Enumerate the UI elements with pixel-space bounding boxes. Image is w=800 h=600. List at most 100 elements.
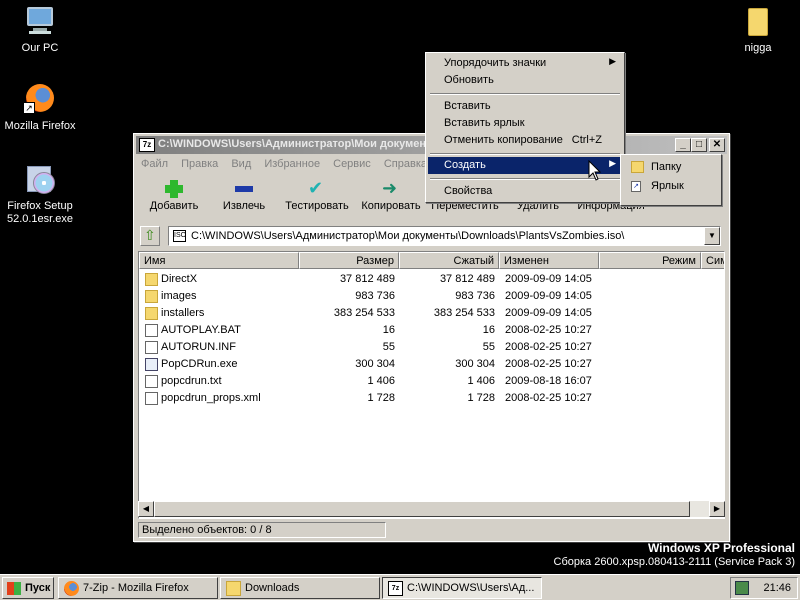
- desktop-icon-firefox-setup[interactable]: Firefox Setup 52.0.1esr.exe: [0, 162, 80, 226]
- menu-item-label: Вставить ярлык: [444, 117, 525, 129]
- menu-item-label: Ярлык: [651, 180, 684, 192]
- folder-icon: [631, 161, 644, 173]
- task-label: C:\WINDOWS\Users\Ад...: [407, 582, 535, 594]
- scroll-thumb[interactable]: [154, 501, 690, 517]
- menu-item-label: Папку: [651, 161, 682, 173]
- chevron-right-icon: ▶: [609, 158, 616, 168]
- file-packed-cell: 300 304: [455, 358, 495, 370]
- file-size-cell: 16: [382, 324, 395, 336]
- file-name-cell: popcdrun.txt: [161, 375, 222, 387]
- menu-item-paste[interactable]: Вставить: [428, 98, 622, 115]
- maximize-button[interactable]: □: [691, 138, 707, 152]
- iso-icon: ISO: [173, 230, 186, 242]
- file-size-cell: 300 304: [355, 358, 395, 370]
- table-row[interactable]: DirectX 37 812 489 37 812 489 2009-09-09 14…: [139, 271, 724, 288]
- column-header-packed[interactable]: Сжатый: [399, 252, 499, 269]
- test-icon: [306, 178, 328, 199]
- mouse-cursor-icon: [588, 160, 602, 181]
- test-button[interactable]: Тестировать: [282, 176, 352, 218]
- file-packed-cell: 1 406: [467, 375, 495, 387]
- file-name-cell: popcdrun_props.xml: [161, 392, 261, 404]
- file-list[interactable]: Имя Размер Сжатый Изменен Режим Симв Dir…: [138, 251, 725, 519]
- os-build-text: Сборка 2600.xpsp.080413-2111 (Service Pa…: [553, 556, 795, 568]
- start-button[interactable]: Пуск: [2, 577, 54, 599]
- table-row[interactable]: installers 383 254 533 383 254 533 2009-09-…: [139, 305, 724, 322]
- column-header-attributes[interactable]: Режим: [599, 252, 701, 269]
- application-icon: [145, 358, 158, 371]
- table-row[interactable]: popcdrun_props.xml 1 728 1 728 2008-02-25 1…: [139, 390, 724, 407]
- file-name-cell: AUTORUN.INF: [161, 341, 236, 353]
- close-button[interactable]: ✕: [709, 138, 725, 152]
- table-row[interactable]: popcdrun.txt 1 406 1 406 2009-08-18 16:07: [139, 373, 724, 390]
- column-header-name[interactable]: Имя: [139, 252, 299, 269]
- submenu-item-shortcut[interactable]: ↗ Ярлык: [623, 178, 719, 195]
- 7zip-icon: 7z: [388, 581, 403, 596]
- menu-separator: [430, 93, 620, 95]
- minimize-button[interactable]: _: [675, 138, 691, 152]
- file-icon: [145, 341, 158, 354]
- horizontal-scrollbar[interactable]: ◀ ▶: [138, 501, 725, 517]
- menu-item-paste-shortcut[interactable]: Вставить ярлык: [428, 115, 622, 132]
- scroll-left-icon[interactable]: ◀: [138, 501, 154, 517]
- column-header-size[interactable]: Размер: [299, 252, 399, 269]
- menu-item-label: Создать: [444, 159, 486, 171]
- network-icon[interactable]: [735, 581, 749, 595]
- scroll-right-icon[interactable]: ▶: [709, 501, 725, 517]
- task-label: Downloads: [245, 582, 300, 594]
- taskbar-button-7zip[interactable]: 7z C:\WINDOWS\Users\Ад...: [382, 577, 542, 599]
- file-packed-cell: 55: [482, 341, 495, 353]
- taskbar-button-downloads[interactable]: Downloads: [220, 577, 380, 599]
- file-size-cell: 55: [382, 341, 395, 353]
- folder-icon: [145, 307, 158, 320]
- menu-tools[interactable]: Сервис: [328, 156, 376, 172]
- chevron-down-icon[interactable]: ▼: [704, 227, 720, 245]
- table-row[interactable]: PopCDRun.exe 300 304 300 304 2008-02-25 10:…: [139, 356, 724, 373]
- menu-item-label: Вставить: [444, 100, 491, 112]
- menu-item-arrange-icons[interactable]: Упорядочить значки ▶: [428, 55, 622, 72]
- file-modified-cell: 2009-08-18 16:07: [505, 375, 592, 387]
- desktop-icon-label: Firefox Setup: [7, 200, 73, 212]
- add-icon: [163, 180, 185, 198]
- menu-file[interactable]: Файл: [136, 156, 173, 172]
- add-button[interactable]: Добавить: [144, 176, 204, 218]
- 7zip-icon: 7z: [139, 138, 155, 152]
- file-name-cell: DirectX: [161, 273, 198, 285]
- selection-status: Выделено объектов: 0 / 8: [138, 522, 386, 538]
- file-size-cell: 983 736: [355, 290, 395, 302]
- os-edition-text: Windows XP Professional: [647, 541, 795, 555]
- desktop-icon-our-pc[interactable]: Our PC: [0, 4, 80, 55]
- copy-button[interactable]: Копировать: [358, 176, 424, 218]
- shortcut-text: Ctrl+Z: [571, 134, 602, 146]
- menu-item-undo-copy[interactable]: Отменить копирование Ctrl+Z: [428, 132, 622, 149]
- column-header-modified[interactable]: Изменен: [499, 252, 599, 269]
- menu-item-label: Свойства: [444, 185, 493, 197]
- file-packed-cell: 16: [482, 324, 495, 336]
- new-submenu: Папку ↗ Ярлык: [620, 154, 722, 206]
- table-row[interactable]: AUTOPLAY.BAT 16 16 2008-02-25 10:27: [139, 322, 724, 339]
- menu-item-refresh[interactable]: Обновить: [428, 72, 622, 89]
- column-header-chars[interactable]: Симв: [701, 252, 724, 269]
- menu-item-label: Обновить: [444, 74, 494, 86]
- table-row[interactable]: images 983 736 983 736 2009-09-09 14:05: [139, 288, 724, 305]
- address-field[interactable]: ISO C:\WINDOWS\Users\Администратор\Мои д…: [168, 226, 721, 246]
- desktop-icon-label: Our PC: [21, 42, 59, 54]
- up-folder-icon[interactable]: [140, 226, 160, 246]
- menu-item-properties[interactable]: Свойства: [428, 183, 622, 200]
- firefox-icon: [64, 581, 79, 596]
- installer-icon: [23, 162, 57, 196]
- menu-item-label: Упорядочить значки: [444, 57, 547, 69]
- menu-favorites[interactable]: Избранное: [259, 156, 325, 172]
- extract-icon: [233, 180, 255, 198]
- file-modified-cell: 2009-09-09 14:05: [505, 290, 592, 302]
- add-label: Добавить: [149, 200, 199, 212]
- table-row[interactable]: AUTORUN.INF 55 55 2008-02-25 10:27: [139, 339, 724, 356]
- desktop-icon-folder[interactable]: nigga: [718, 4, 798, 55]
- computer-icon: [23, 4, 57, 38]
- taskbar-button-firefox[interactable]: 7-Zip - Mozilla Firefox: [58, 577, 218, 599]
- desktop-icon-firefox[interactable]: ↗ Mozilla Firefox: [0, 82, 80, 133]
- submenu-item-folder[interactable]: Папку: [623, 159, 719, 176]
- extract-button[interactable]: Извлечь: [216, 176, 272, 218]
- clock[interactable]: 21:46: [763, 582, 791, 594]
- menu-edit[interactable]: Правка: [176, 156, 223, 172]
- menu-view[interactable]: Вид: [226, 156, 256, 172]
